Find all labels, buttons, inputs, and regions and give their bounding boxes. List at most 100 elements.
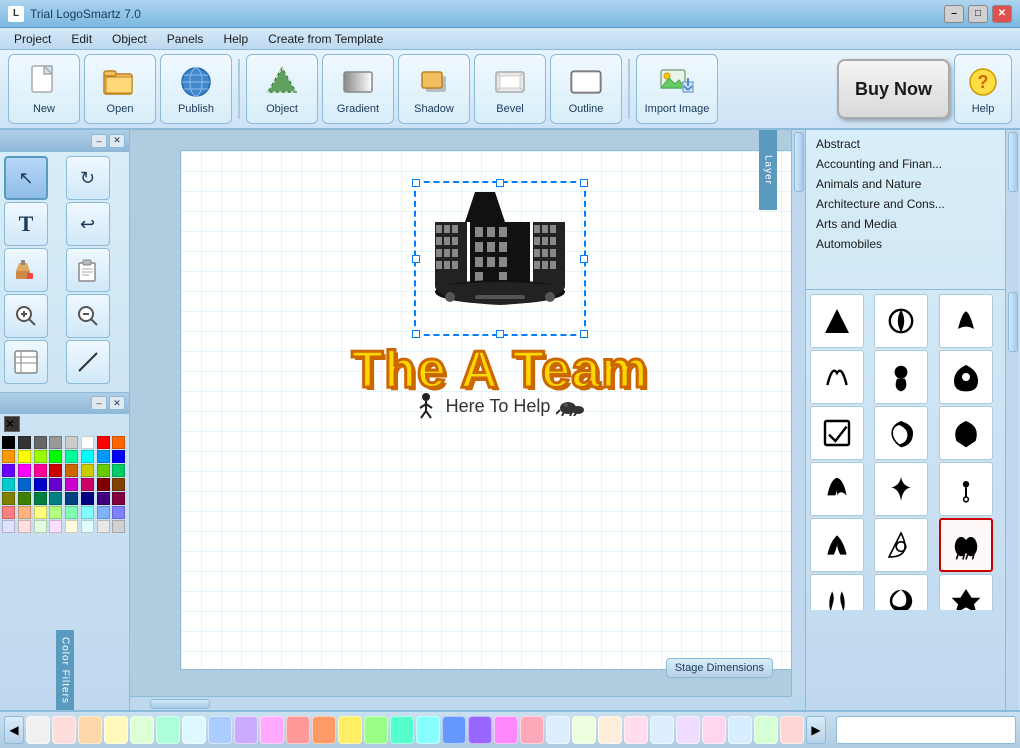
bottom-color-swatch[interactable] xyxy=(754,716,778,744)
bottom-scroll-right[interactable]: ▶ xyxy=(806,716,826,744)
color-cell[interactable] xyxy=(34,506,47,519)
toolbox-close-btn[interactable]: ✕ xyxy=(109,134,125,148)
icon-thumb-17[interactable] xyxy=(874,574,928,610)
color-cell[interactable] xyxy=(65,506,78,519)
icon-thumb-18[interactable] xyxy=(939,574,993,610)
icon-thumb-3[interactable] xyxy=(939,294,993,348)
icon-thumb-16[interactable] xyxy=(810,574,864,610)
handle-tm[interactable] xyxy=(496,179,504,187)
gradient-button[interactable]: Gradient xyxy=(322,54,394,124)
handle-bm[interactable] xyxy=(496,330,504,338)
icon-thumb-6[interactable] xyxy=(939,350,993,404)
icon-thumb-9[interactable] xyxy=(939,406,993,460)
bottom-color-swatch[interactable] xyxy=(728,716,752,744)
icon-thumb-14[interactable] xyxy=(874,518,928,572)
canvas-hscrollbar[interactable] xyxy=(130,696,791,710)
color-cell[interactable] xyxy=(65,436,78,449)
bottom-color-swatch[interactable] xyxy=(26,716,50,744)
category-item[interactable]: Accounting and Finan... xyxy=(810,154,1001,174)
menu-object[interactable]: Object xyxy=(102,30,157,48)
menu-project[interactable]: Project xyxy=(4,30,61,48)
color-close-btn[interactable]: ✕ xyxy=(109,396,125,410)
color-cell[interactable] xyxy=(18,506,31,519)
bottom-color-swatch[interactable] xyxy=(572,716,596,744)
bottom-color-swatch[interactable] xyxy=(338,716,362,744)
maximize-button[interactable]: □ xyxy=(968,5,988,23)
color-cell[interactable] xyxy=(65,450,78,463)
color-cell[interactable] xyxy=(81,464,94,477)
color-cell[interactable] xyxy=(2,478,15,491)
open-button[interactable]: Open xyxy=(84,54,156,124)
menu-create-from-template[interactable]: Create from Template xyxy=(258,30,393,48)
icon-thumb-12[interactable] xyxy=(939,462,993,516)
bevel-button[interactable]: Bevel xyxy=(474,54,546,124)
bottom-color-swatch[interactable] xyxy=(312,716,336,744)
bottom-color-swatch[interactable] xyxy=(494,716,518,744)
color-cell[interactable] xyxy=(81,478,94,491)
icon-thumb-15[interactable] xyxy=(939,518,993,572)
color-cell[interactable] xyxy=(49,506,62,519)
color-cell[interactable] xyxy=(97,464,110,477)
color-cell[interactable] xyxy=(81,436,94,449)
color-cell[interactable] xyxy=(81,492,94,505)
color-cell[interactable] xyxy=(97,478,110,491)
menu-panels[interactable]: Panels xyxy=(157,30,214,48)
bottom-color-swatch[interactable] xyxy=(624,716,648,744)
icon-thumb-1[interactable] xyxy=(810,294,864,348)
bottom-color-swatch[interactable] xyxy=(546,716,570,744)
handle-br[interactable] xyxy=(580,330,588,338)
tool-paint[interactable] xyxy=(4,248,48,292)
bottom-color-swatch[interactable] xyxy=(104,716,128,744)
tool-select[interactable]: ↖ xyxy=(4,156,48,200)
bottom-color-swatch[interactable] xyxy=(208,716,232,744)
icon-thumb-11[interactable] xyxy=(874,462,928,516)
buy-now-button[interactable]: Buy Now xyxy=(837,59,950,119)
shadow-button[interactable]: Shadow xyxy=(398,54,470,124)
color-cell[interactable] xyxy=(49,492,62,505)
bottom-color-swatch[interactable] xyxy=(156,716,180,744)
right-vscroll-thumb-bottom[interactable] xyxy=(1008,292,1018,352)
tool-zoom-in[interactable] xyxy=(4,294,48,338)
icon-thumb-5[interactable] xyxy=(874,350,928,404)
bottom-color-swatch[interactable] xyxy=(598,716,622,744)
category-item[interactable]: Abstract xyxy=(810,134,1001,154)
canvas-hscroll-thumb[interactable] xyxy=(150,699,210,709)
bottom-scroll-left[interactable]: ◀ xyxy=(4,716,24,744)
color-cell[interactable] xyxy=(112,520,125,533)
bottom-color-swatch[interactable] xyxy=(390,716,414,744)
category-item[interactable]: Architecture and Cons... xyxy=(810,194,1001,214)
color-cell[interactable] xyxy=(65,492,78,505)
selected-object[interactable] xyxy=(414,181,586,336)
icon-thumb-7[interactable] xyxy=(810,406,864,460)
color-cell[interactable] xyxy=(2,506,15,519)
color-cell[interactable] xyxy=(97,520,110,533)
handle-tl[interactable] xyxy=(412,179,420,187)
minimize-button[interactable]: – xyxy=(944,5,964,23)
outline-button[interactable]: Outline xyxy=(550,54,622,124)
tool-layers[interactable] xyxy=(4,340,48,384)
color-cell[interactable] xyxy=(112,478,125,491)
right-vscrollbar[interactable] xyxy=(1005,130,1019,710)
icon-thumb-10[interactable] xyxy=(810,462,864,516)
color-cell[interactable] xyxy=(18,492,31,505)
color-cell[interactable] xyxy=(34,464,47,477)
bottom-color-swatch[interactable] xyxy=(702,716,726,744)
color-x-btn[interactable]: ✕ xyxy=(4,416,20,432)
color-cell[interactable] xyxy=(49,520,62,533)
color-cell[interactable] xyxy=(18,450,31,463)
icon-thumb-13[interactable] xyxy=(810,518,864,572)
bottom-color-swatch[interactable] xyxy=(78,716,102,744)
color-cell[interactable] xyxy=(65,520,78,533)
close-button[interactable]: ✕ xyxy=(992,5,1012,23)
bottom-color-swatch[interactable] xyxy=(468,716,492,744)
tool-undo[interactable]: ↩ xyxy=(66,202,110,246)
new-button[interactable]: New xyxy=(8,54,80,124)
tool-zoom-out[interactable] xyxy=(66,294,110,338)
color-cell[interactable] xyxy=(81,520,94,533)
icon-thumb-2[interactable] xyxy=(874,294,928,348)
canvas-paper[interactable]: The A Team Here To Help xyxy=(180,150,791,670)
color-cell[interactable] xyxy=(65,478,78,491)
color-cell[interactable] xyxy=(97,436,110,449)
color-cell[interactable] xyxy=(97,506,110,519)
category-item[interactable]: Animals and Nature xyxy=(810,174,1001,194)
